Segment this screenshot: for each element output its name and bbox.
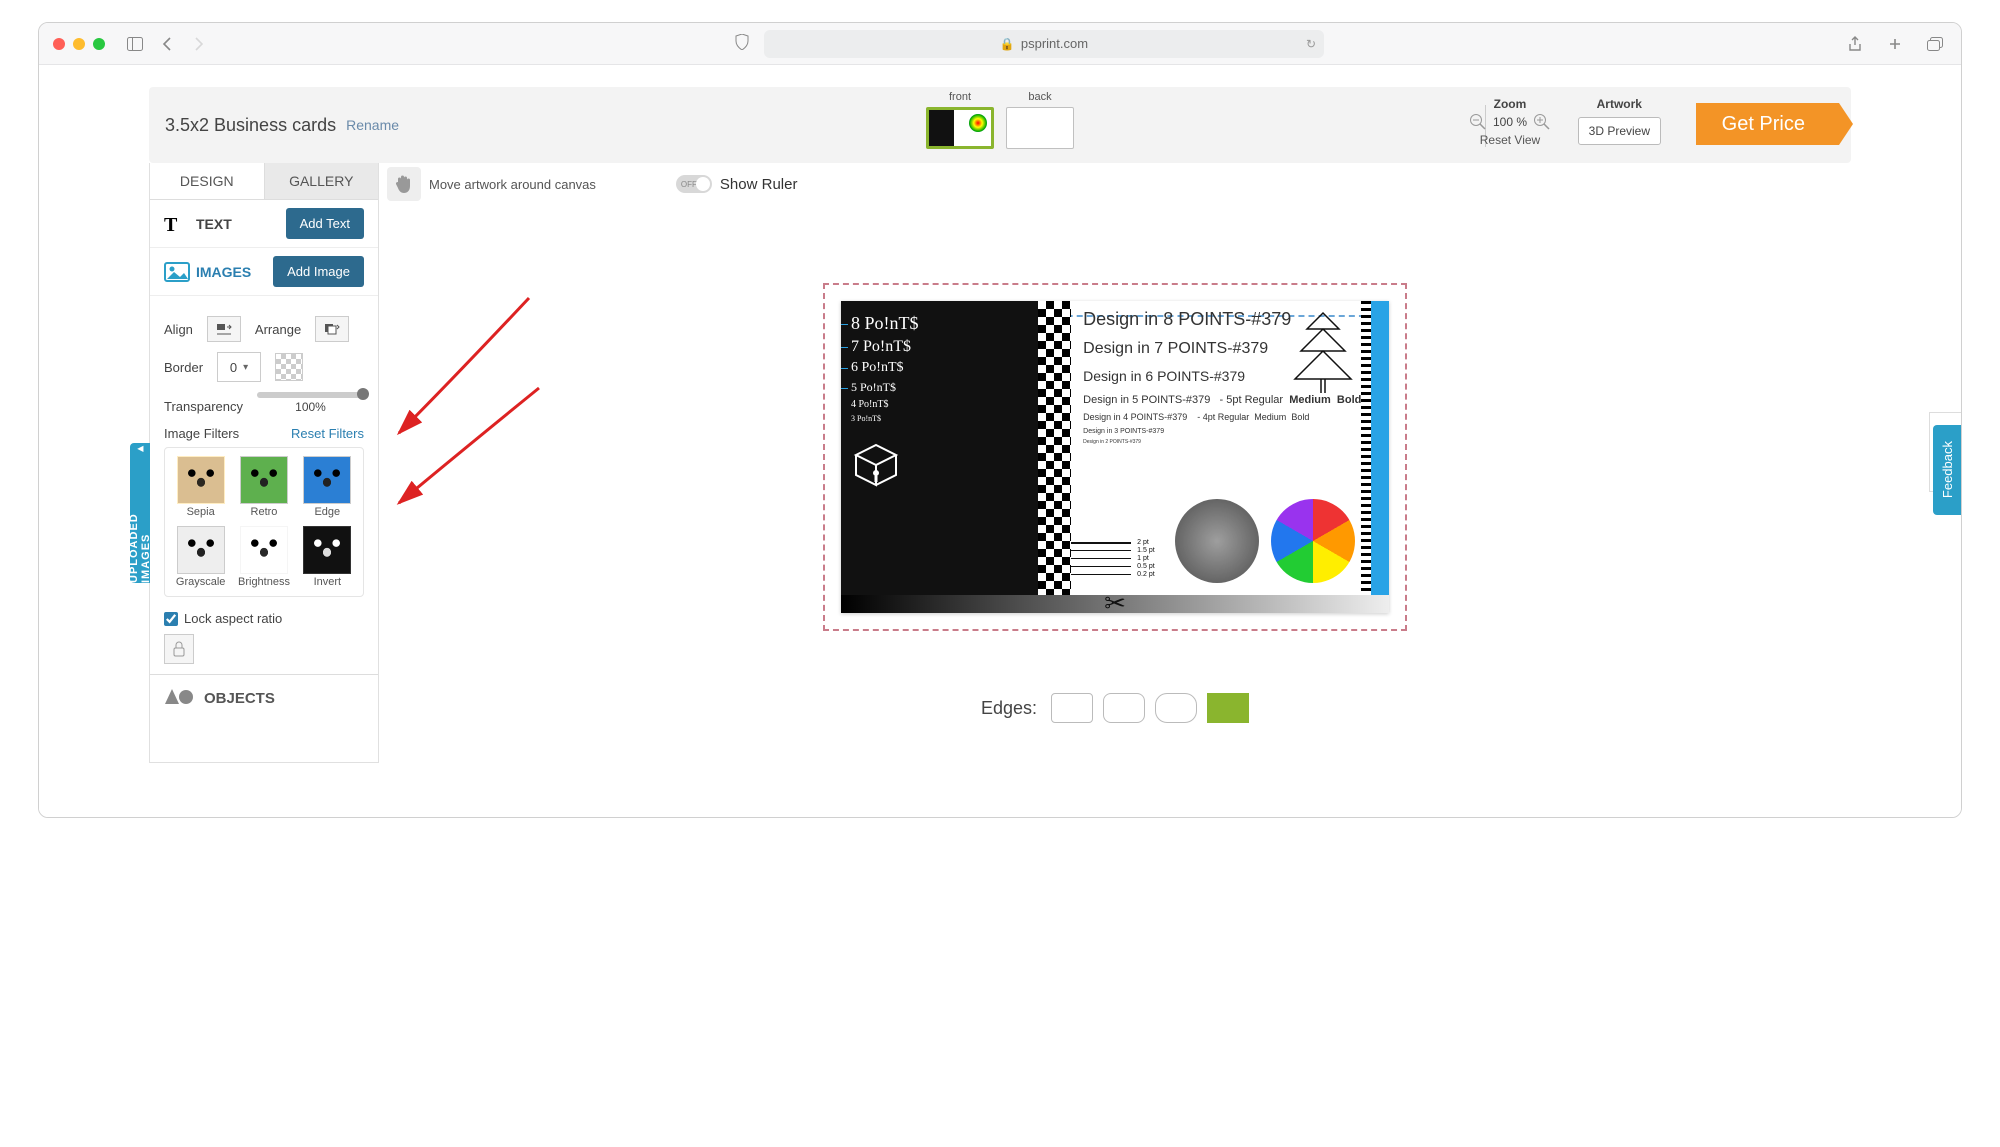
objects-panel[interactable]: OBJECTS xyxy=(150,674,378,721)
filter-retro[interactable]: Retro xyxy=(236,456,291,518)
nav-forward-icon[interactable] xyxy=(187,32,211,56)
filter-edge[interactable]: Edge xyxy=(300,456,355,518)
border-value: 0 xyxy=(230,360,237,375)
url-host: psprint.com xyxy=(1021,36,1088,51)
arrange-button[interactable] xyxy=(315,316,349,342)
edge-option-square[interactable] xyxy=(1051,693,1093,723)
filter-sepia[interactable]: Sepia xyxy=(173,456,228,518)
text-icon: T xyxy=(164,214,188,234)
images-panel-label: IMAGES xyxy=(196,264,251,280)
transparency-slider[interactable] xyxy=(257,392,364,398)
ruler-label: Show Ruler xyxy=(720,176,798,193)
slider-thumb[interactable] xyxy=(357,388,369,400)
zoom-controls: Zoom 100 % Reset View xyxy=(1469,97,1551,147)
get-price-button[interactable]: Get Price xyxy=(1696,103,1839,145)
image-filters-label: Image Filters xyxy=(164,426,239,441)
color-sample-icon xyxy=(1271,499,1355,583)
rename-link[interactable]: Rename xyxy=(346,117,399,133)
transparency-label: Transparency xyxy=(164,399,243,414)
grayscale-sample-icon xyxy=(1175,499,1259,583)
chevron-down-icon: ▾ xyxy=(243,362,248,373)
pan-tool-button[interactable] xyxy=(387,167,421,201)
edge-option-selected[interactable] xyxy=(1207,693,1249,723)
browser-titlebar: 🔒 psprint.com ↻ xyxy=(39,23,1961,65)
product-title: 3.5x2 Business cards xyxy=(165,115,336,136)
filter-grayscale[interactable]: Grayscale xyxy=(173,526,228,588)
filter-invert[interactable]: Invert xyxy=(300,526,355,588)
filter-brightness[interactable]: Brightness xyxy=(236,526,291,588)
zoom-value: 100 % xyxy=(1493,115,1527,129)
reset-view-link[interactable]: Reset View xyxy=(1469,133,1551,147)
zoom-label: Zoom xyxy=(1469,97,1551,111)
add-image-button[interactable]: Add Image xyxy=(273,256,364,287)
design-sidebar: UPLOADED IMAGES DESIGN GALLERY T TEXT Ad… xyxy=(149,163,379,763)
border-label: Border xyxy=(164,360,203,375)
border-color-swatch[interactable] xyxy=(275,353,303,381)
privacy-shield-icon[interactable] xyxy=(730,30,754,54)
reload-icon[interactable]: ↻ xyxy=(1306,37,1316,51)
arrange-label: Arrange xyxy=(255,322,301,337)
side-front-label: front xyxy=(926,91,994,103)
new-tab-icon[interactable] xyxy=(1883,32,1907,56)
objects-label: OBJECTS xyxy=(204,690,275,707)
edge-option-round-sm[interactable] xyxy=(1103,693,1145,723)
sidebar-toggle-icon[interactable] xyxy=(123,32,147,56)
images-icon xyxy=(164,262,188,282)
align-label: Align xyxy=(164,322,193,337)
side-front[interactable]: front xyxy=(926,91,994,149)
canvas-artboard[interactable]: 8 Po!nT$ 7 Po!nT$ 6 Po!nT$ 5 Po!nT$ 4 Po… xyxy=(841,301,1389,613)
address-bar[interactable]: 🔒 psprint.com ↻ xyxy=(764,30,1324,58)
text-panel-label: TEXT xyxy=(196,216,232,232)
annotation-arrow-icon xyxy=(389,293,589,463)
lock-button[interactable] xyxy=(164,634,194,664)
tab-design[interactable]: DESIGN xyxy=(150,163,265,199)
feedback-tab[interactable]: Feedback xyxy=(1933,425,1961,515)
edges-label: Edges: xyxy=(981,698,1037,719)
nav-back-icon[interactable] xyxy=(155,32,179,56)
tab-gallery[interactable]: GALLERY xyxy=(265,163,379,199)
border-stepper[interactable]: 0 ▾ xyxy=(217,352,261,382)
lock-icon: 🔒 xyxy=(1000,37,1015,51)
window-zoom-icon[interactable] xyxy=(93,38,105,50)
move-artwork-label: Move artwork around canvas xyxy=(429,177,596,192)
side-back-label: back xyxy=(1006,91,1074,103)
top-panel: 3.5x2 Business cards Rename front back Z… xyxy=(149,87,1851,163)
zoom-out-icon[interactable] xyxy=(1469,113,1487,131)
add-text-button[interactable]: Add Text xyxy=(286,208,364,239)
uploaded-images-tab[interactable]: UPLOADED IMAGES xyxy=(130,443,150,583)
window-minimize-icon[interactable] xyxy=(73,38,85,50)
lock-aspect-input[interactable] xyxy=(164,612,178,626)
align-button[interactable] xyxy=(207,316,241,342)
window-close-icon[interactable] xyxy=(53,38,65,50)
edge-option-round-lg[interactable] xyxy=(1155,693,1197,723)
tabs-overview-icon[interactable] xyxy=(1923,32,1947,56)
side-back[interactable]: back xyxy=(1006,91,1074,149)
cube-icon xyxy=(851,441,901,491)
lock-aspect-checkbox[interactable]: Lock aspect ratio xyxy=(164,611,364,626)
reset-filters-link[interactable]: Reset Filters xyxy=(291,426,364,441)
svg-text:T: T xyxy=(164,214,178,234)
shapes-icon xyxy=(164,687,194,709)
ruler-toggle[interactable]: OFF xyxy=(676,175,712,193)
card-artwork[interactable]: 8 Po!nT$ 7 Po!nT$ 6 Po!nT$ 5 Po!nT$ 4 Po… xyxy=(841,301,1389,613)
transparency-value: 100% xyxy=(257,400,364,414)
preview-3d-button[interactable]: 3D Preview xyxy=(1578,117,1661,145)
zoom-in-icon[interactable] xyxy=(1533,113,1551,131)
share-icon[interactable] xyxy=(1843,32,1867,56)
annotation-arrow-icon xyxy=(389,383,589,523)
scissors-icon: ✂ xyxy=(1104,588,1126,619)
zigzag-icon xyxy=(1291,311,1355,400)
artwork-label: Artwork xyxy=(1578,97,1661,111)
